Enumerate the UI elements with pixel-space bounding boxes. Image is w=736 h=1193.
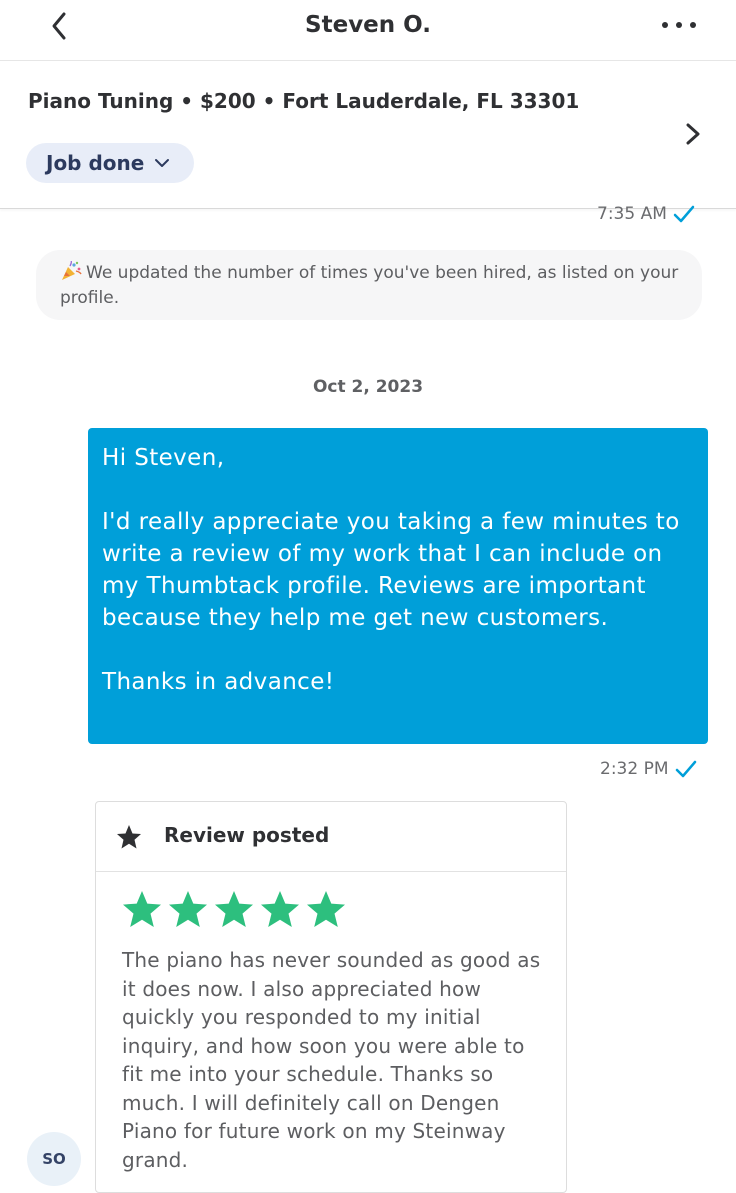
rating-star-icon	[261, 891, 299, 927]
review-text: The piano has never sounded as good as i…	[122, 948, 541, 1172]
page-title: Steven O.	[305, 12, 431, 38]
avatar[interactable]: SO	[27, 1132, 81, 1186]
rating-star-icon	[169, 891, 207, 927]
job-details-bar[interactable]: Piano Tuning • $200 • Fort Lauderdale, F…	[0, 61, 736, 209]
party-popper-icon	[62, 261, 82, 280]
rating-star-icon	[307, 891, 345, 927]
more-horizontal-icon	[662, 22, 696, 28]
chevron-down-icon	[155, 159, 170, 167]
job-summary: Piano Tuning • $200 • Fort Lauderdale, F…	[28, 89, 580, 113]
message-timestamp: 7:35 AM	[597, 204, 667, 224]
star-icon	[117, 825, 141, 849]
review-card[interactable]: Review posted The piano has never sounde…	[95, 801, 567, 1193]
sent-message-bubble[interactable]: Hi Steven, I'd really appreciate you tak…	[88, 428, 708, 744]
more-options-button[interactable]	[655, 6, 703, 46]
checkmark-icon	[673, 205, 695, 223]
message-greeting: Hi Steven,	[102, 445, 225, 471]
top-bar: Steven O.	[0, 0, 736, 61]
job-status-dropdown[interactable]: Job done	[26, 143, 195, 183]
system-notice: We updated the number of times you've be…	[36, 250, 702, 320]
message-body: I'd really appreciate you taking a few m…	[102, 509, 680, 631]
message-timestamp-row: 7:35 AM	[597, 204, 695, 224]
rating-star-icon	[123, 891, 161, 927]
message-timestamp-row: 2:32 PM	[600, 759, 697, 779]
date-separator: Oct 2, 2023	[312, 377, 424, 397]
notice-text: We updated the number of times you've be…	[60, 263, 679, 308]
review-card-header: Review posted	[96, 802, 566, 872]
message-timestamp: 2:32 PM	[600, 759, 669, 779]
job-status-label: Job done	[46, 151, 145, 175]
chevron-right-icon[interactable]	[678, 119, 708, 149]
review-title: Review posted	[164, 823, 330, 847]
star-rating	[122, 889, 352, 929]
message-closing: Thanks in advance!	[102, 669, 335, 695]
rating-star-icon	[215, 891, 253, 927]
checkmark-icon	[675, 760, 696, 778]
